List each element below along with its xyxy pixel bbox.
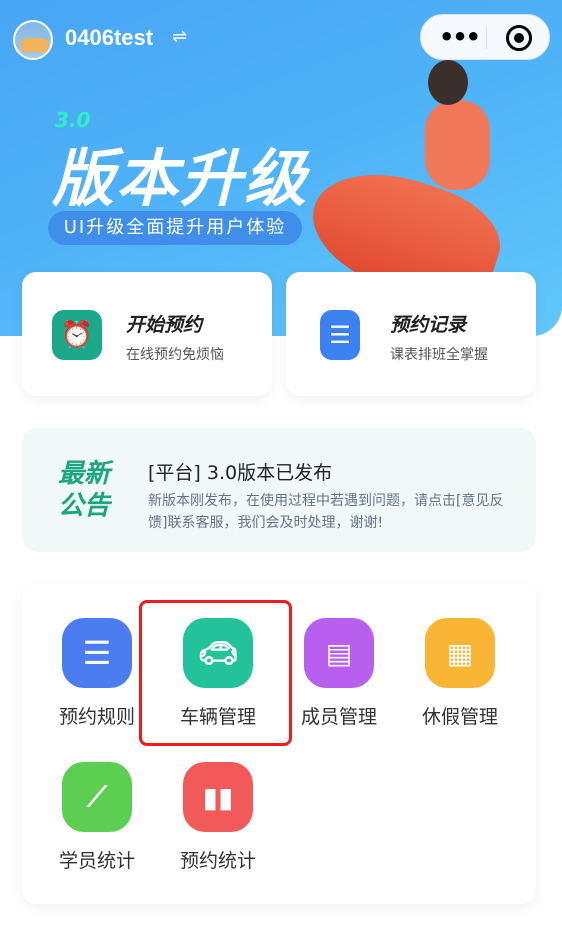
start-booking-card[interactable]: ⏰ 开始预约 在线预约免烦恼 [22, 272, 272, 396]
menu-item-booking-stats[interactable]: ▮▮ 预约统计 [158, 762, 278, 873]
mini-program-capsule: ••• [420, 14, 550, 60]
menu-label: 学员统计 [58, 850, 135, 872]
banner-subtitle: UI升级全面提升用户体验 [48, 211, 302, 245]
highlight-box [139, 600, 292, 746]
banner-title: 版本升级 [52, 142, 309, 215]
announcement-card[interactable]: 最新公告 [平台] 3.0版本已发布 新版本刚发布，在使用过程中若遇到问题，请点… [22, 428, 536, 552]
announcement-text: 新版本刚发布，在使用过程中若遇到问题，请点击[意见反馈]联系客服，我们会及时处理… [148, 493, 504, 531]
menu-item-leave-management[interactable]: ▦ 休假管理 [400, 618, 520, 729]
calendar-icon: ▦ [425, 618, 495, 688]
announcement-title: [平台] 3.0版本已发布 [148, 462, 333, 484]
more-dots-icon[interactable]: ••• [439, 23, 481, 51]
menu-label: 预约统计 [179, 850, 256, 872]
menu-label: 休假管理 [421, 706, 498, 728]
announcement-tag: 最新公告 [58, 459, 111, 521]
clipboard-icon: ☰ [320, 310, 360, 360]
id-card-icon: ▤ [304, 618, 374, 688]
line-chart-icon: ⟋ [62, 762, 132, 832]
menu-item-member-management[interactable]: ▤ 成员管理 [279, 618, 399, 729]
list-icon: ☰ [62, 618, 132, 688]
target-icon[interactable] [506, 25, 532, 51]
bar-chart-icon: ▮▮ [183, 762, 253, 832]
swap-icon[interactable]: ⇌ [172, 26, 187, 47]
avatar[interactable] [13, 20, 53, 60]
alarm-clock-icon: ⏰ [52, 310, 102, 360]
menu-item-student-stats[interactable]: ⟋ 学员统计 [37, 762, 157, 873]
menu-label: 成员管理 [300, 706, 377, 728]
card-title: 开始预约 [126, 314, 203, 336]
username[interactable]: 0406test [65, 25, 153, 51]
card-title: 预约记录 [390, 314, 467, 336]
card-subtitle: 课表排班全掌握 [390, 347, 488, 363]
card-subtitle: 在线预约免烦恼 [126, 347, 224, 363]
booking-records-card[interactable]: ☰ 预约记录 课表排班全掌握 [286, 272, 536, 396]
